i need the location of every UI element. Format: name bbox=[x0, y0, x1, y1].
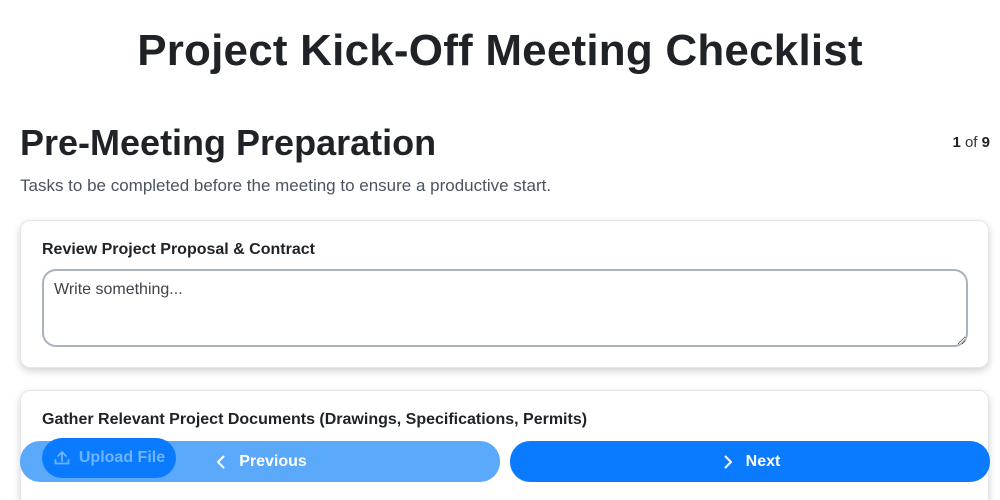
upload-file-button[interactable]: Upload File bbox=[42, 438, 176, 478]
section-description: Tasks to be completed before the meeting… bbox=[20, 176, 552, 195]
checklist-page: Project Kick-Off Meeting Checklist Pre-M… bbox=[0, 0, 1000, 500]
pager-separator: of bbox=[964, 134, 978, 151]
next-button-label: Next bbox=[745, 452, 781, 470]
task-card: Review Project Proposal & Contract bbox=[20, 220, 989, 368]
page-title: Project Kick-Off Meeting Checklist bbox=[137, 26, 863, 75]
pager-current: 1 bbox=[952, 134, 961, 151]
upload-file-label: Upload File bbox=[78, 449, 166, 466]
next-button[interactable]: Next bbox=[510, 441, 990, 482]
task-label: Review Project Proposal & Contract bbox=[42, 241, 315, 258]
upload-icon bbox=[54, 451, 70, 465]
previous-button-label: Previous bbox=[239, 452, 307, 470]
section-title: Pre-Meeting Preparation bbox=[20, 122, 437, 163]
task-label: Gather Relevant Project Documents (Drawi… bbox=[42, 411, 588, 428]
chevron-right-icon bbox=[724, 455, 732, 468]
chevron-left-icon bbox=[217, 455, 225, 468]
section-pager: 1 of 9 bbox=[952, 134, 990, 151]
pager-total: 9 bbox=[981, 134, 990, 151]
task-notes-textarea[interactable] bbox=[42, 269, 968, 347]
